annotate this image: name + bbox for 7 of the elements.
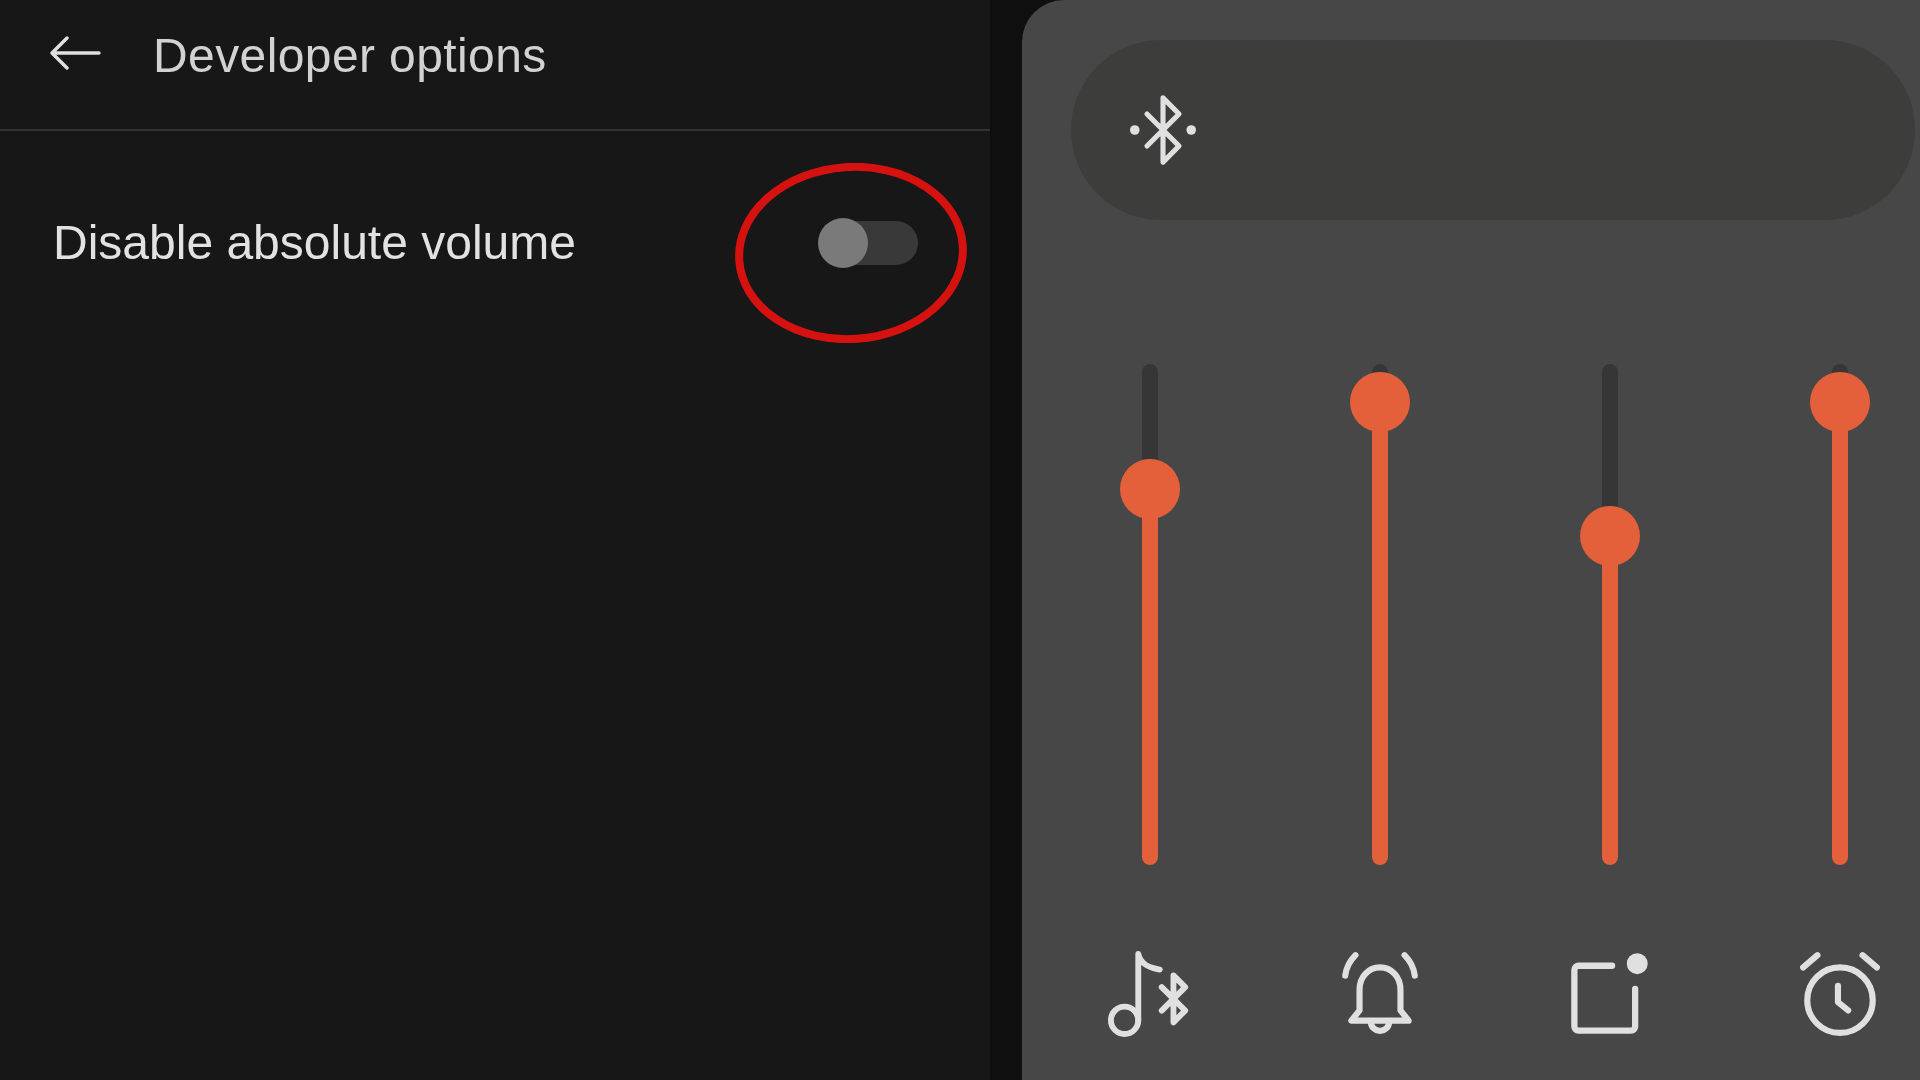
back-arrow-icon[interactable]	[49, 36, 101, 70]
setting-label: Disable absolute volume	[53, 215, 576, 271]
slider-thumb[interactable]	[1350, 372, 1410, 432]
slider-thumb[interactable]	[1810, 372, 1870, 432]
page-title: Developer options	[153, 28, 547, 84]
alarm-clock-icon[interactable]	[1797, 949, 1883, 1037]
toggle-switch[interactable]	[820, 221, 918, 265]
